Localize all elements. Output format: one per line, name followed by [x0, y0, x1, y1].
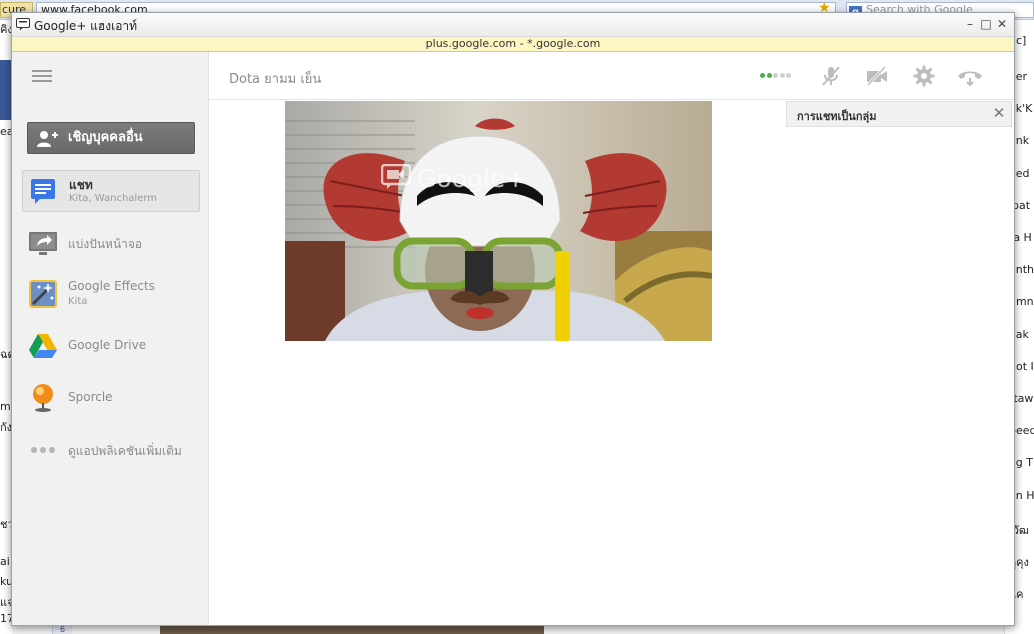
app-item-sporcle-label: Sporcle [68, 390, 113, 404]
window-title: Google+ แฮงเอาท์ [34, 19, 138, 33]
app-item-more-apps[interactable]: ดูแอปพลิเคชันเพิ่มเติม [22, 430, 200, 472]
google-drive-icon [29, 334, 57, 358]
app-item-more-apps-label: ดูแอปพลิเคชันเพิ่มเติม [68, 444, 182, 458]
video-watermark-text: Google+ [417, 164, 527, 193]
more-apps-icon [31, 447, 55, 453]
app-item-google-drive[interactable]: Google Drive [22, 326, 200, 368]
app-item-google-effects-sub: Kita [68, 296, 88, 307]
add-person-icon [37, 131, 58, 147]
group-chat-close-button[interactable]: ✕ [991, 105, 1007, 121]
invite-button-label: เชิญบุคคลอื่น [68, 130, 143, 145]
camera-off-icon[interactable] [865, 64, 889, 88]
hangout-watermark-icon [380, 163, 412, 189]
window-url-bar: plus.google.com - *.google.com [12, 37, 1014, 52]
minimize-button[interactable]: – [962, 16, 978, 32]
window-titlebar[interactable]: Google+ แฮงเอาท์ – □ ✕ [12, 13, 1014, 37]
bandwidth-indicator[interactable] [760, 73, 804, 79]
hangout-app-icon [16, 18, 30, 31]
maximize-button[interactable]: □ [978, 16, 994, 32]
app-item-chat-sub: Kita, Wanchalerm [69, 193, 158, 204]
hang-up-icon[interactable] [957, 64, 983, 88]
close-window-button[interactable]: ✕ [994, 16, 1010, 32]
background-badge-count: 6 [59, 625, 66, 634]
participant-video: Google+ [285, 101, 712, 341]
app-item-screen-share[interactable]: แบ่งปันหน้าจอ [22, 223, 200, 265]
chat-icon [31, 179, 55, 204]
sporcle-icon [33, 384, 53, 412]
participant-names: Dota ยามม เย็น [229, 72, 322, 87]
app-item-screen-share-label: แบ่งปันหน้าจอ [68, 237, 143, 251]
apps-sidebar: เชิญบุคคลอื่น แชท Kita, Wanchalerm แบ่งป… [12, 52, 209, 625]
video-watermark: Google+ [380, 163, 527, 193]
microphone-muted-icon[interactable] [819, 64, 843, 88]
participant-video-image [285, 101, 712, 341]
app-item-google-effects[interactable]: Google Effects Kita [22, 274, 200, 316]
background-badge: 6 [52, 625, 72, 634]
background-bottom-strip: 6 [12, 625, 1004, 634]
hangout-header: Dota ยามม เย็น [209, 52, 1014, 100]
app-item-chat[interactable]: แชท Kita, Wanchalerm [22, 170, 200, 212]
group-chat-title: การแชทเป็นกลุ่ม [797, 110, 877, 123]
invite-people-button[interactable]: เชิญบุคคลอื่น [27, 122, 195, 154]
screen-share-icon [29, 232, 57, 255]
group-chat-panel: การแชทเป็นกลุ่ม ✕ [786, 101, 1012, 127]
hamburger-menu-icon[interactable] [32, 70, 52, 84]
background-photo [160, 625, 544, 634]
app-item-sporcle[interactable]: Sporcle [22, 378, 200, 420]
settings-icon[interactable] [912, 64, 936, 88]
hangout-main: Dota ยามม เย็น Google+ การแชทเป็นกลุ่ม ✕ [209, 52, 1014, 625]
hangout-window: Google+ แฮงเอาท์ – □ ✕ plus.google.com -… [11, 12, 1015, 626]
app-item-google-effects-label: Google Effects [68, 279, 155, 293]
google-effects-icon [29, 280, 57, 308]
app-item-google-drive-label: Google Drive [68, 338, 147, 352]
